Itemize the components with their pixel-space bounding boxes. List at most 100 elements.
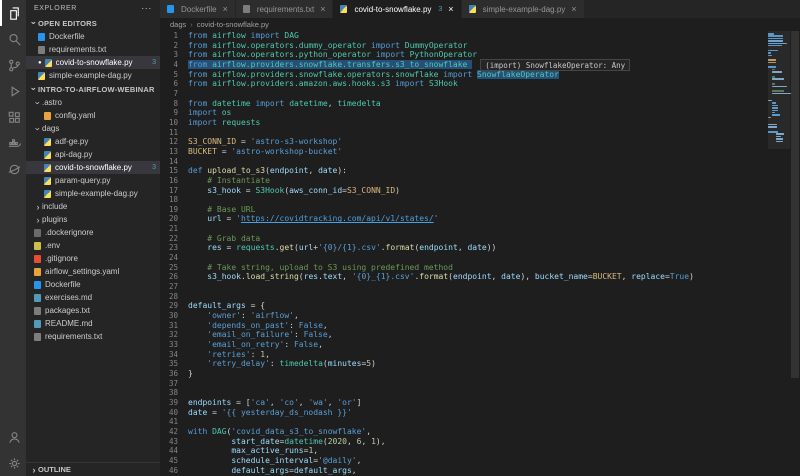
code-line[interactable]: 11 — [160, 128, 768, 138]
code-line[interactable]: 20 url = 'https://covidtracking.com/api/… — [160, 214, 768, 224]
code-line[interactable]: 36} — [160, 369, 768, 379]
tree-item[interactable]: ›dags — [26, 122, 160, 135]
code-line[interactable]: 41 — [160, 417, 768, 427]
minimap-slider[interactable] — [768, 31, 790, 149]
code-line[interactable]: 44 max_active_runs=1, — [160, 446, 768, 456]
activity-item-run-debug[interactable] — [0, 78, 26, 104]
close-icon[interactable]: × — [571, 5, 576, 14]
breadcrumb-item[interactable]: covid-to-snowflake.py — [197, 20, 269, 29]
tab[interactable]: simple-example-dag.py× — [462, 0, 585, 18]
activity-item-search[interactable] — [0, 26, 26, 52]
tree-item[interactable]: adf-ge.py — [26, 135, 160, 148]
code-line[interactable]: 12S3_CONN_ID = 'astro-s3-workshop' — [160, 137, 768, 147]
open-editor-item[interactable]: Dockerfile — [26, 30, 160, 43]
code-line[interactable]: 9import os — [160, 108, 768, 118]
code-line[interactable]: 46 default_args=default_args, — [160, 466, 768, 476]
tree-item[interactable]: packages.txt — [26, 304, 160, 317]
open-editor-item[interactable]: requirements.txt — [26, 43, 160, 56]
tree-item[interactable]: requirements.txt — [26, 330, 160, 343]
code-line[interactable]: 32 'email_on_failure': False, — [160, 330, 768, 340]
code-line[interactable]: 40date = '{{ yesterday_ds_nodash }}' — [160, 408, 768, 418]
code-line[interactable]: 7 — [160, 89, 768, 99]
code-line[interactable]: 4from airflow.providers.snowflake.transf… — [160, 60, 768, 70]
tree-item[interactable]: config.yaml — [26, 109, 160, 122]
code-line[interactable]: 23 res = requests.get(url+'{0}/{1}.csv'.… — [160, 243, 768, 253]
tree-item[interactable]: README.md — [26, 317, 160, 330]
code-line[interactable]: 2from airflow.operators.dummy_operator i… — [160, 41, 768, 51]
code-line[interactable]: 45 schedule_interval='@daily', — [160, 456, 768, 466]
activity-item-extensions[interactable] — [0, 104, 26, 130]
code-line[interactable]: 38 — [160, 388, 768, 398]
tab[interactable]: requirements.txt× — [236, 0, 334, 18]
tree-item[interactable]: simple-example-dag.py — [26, 187, 160, 200]
code-line[interactable]: 19 # Base URL — [160, 205, 768, 215]
code-line[interactable]: 3from airflow.operators.python_operator … — [160, 50, 768, 60]
code-line[interactable]: 24 — [160, 253, 768, 263]
close-icon[interactable]: × — [448, 5, 453, 14]
code-line[interactable]: 37 — [160, 379, 768, 389]
code-line[interactable]: 27 — [160, 282, 768, 292]
tree-item[interactable]: covid-to-snowflake.py3 — [26, 161, 160, 174]
code-line[interactable]: 42with DAG('covid_data_s3_to_snowflake', — [160, 427, 768, 437]
code-line[interactable]: 10import requests — [160, 118, 768, 128]
activity-item-account[interactable] — [0, 424, 26, 450]
code-line[interactable]: 13BUCKET = 'astro-workshop-bucket' — [160, 147, 768, 157]
close-icon[interactable]: × — [223, 5, 228, 14]
tree-item[interactable]: ›plugins — [26, 213, 160, 226]
tree-item[interactable]: .dockerignore — [26, 226, 160, 239]
code-line[interactable]: 39endpoints = ['ca', 'co', 'wa', 'or'] — [160, 398, 768, 408]
line-text: from airflow.providers.snowflake.operato… — [188, 70, 559, 80]
code-line[interactable]: 8from datetime import datetime, timedelt… — [160, 99, 768, 109]
code-line[interactable]: 29default_args = { — [160, 301, 768, 311]
code-editor[interactable]: 1from airflow import DAG2from airflow.op… — [160, 31, 800, 476]
code-line[interactable]: 14 — [160, 157, 768, 167]
tree-item[interactable]: ›.astro — [26, 96, 160, 109]
tree-item[interactable]: param-query.py — [26, 174, 160, 187]
code-line[interactable]: 33 'email_on_retry': False, — [160, 340, 768, 350]
code-line[interactable]: 35 'retry_delay': timedelta(minutes=5) — [160, 359, 768, 369]
open-editor-item[interactable]: simple-example-dag.py — [26, 69, 160, 82]
code-line[interactable]: 1from airflow import DAG — [160, 31, 768, 41]
code-line[interactable]: 22 # Grab data — [160, 234, 768, 244]
tree-item[interactable]: .gitignore — [26, 252, 160, 265]
outline-header[interactable]: › OUTLINE — [26, 462, 160, 476]
editor-scrollbar[interactable] — [790, 31, 800, 476]
activity-item-source-control[interactable] — [0, 52, 26, 78]
code-line[interactable]: 17 s3_hook = S3Hook(aws_conn_id=S3_CONN_… — [160, 186, 768, 196]
more-actions-icon[interactable]: ··· — [141, 3, 152, 13]
code-line[interactable]: 30 'owner': 'airflow', — [160, 311, 768, 321]
file-file-icon — [34, 229, 41, 237]
code-line[interactable]: 31 'depends_on_past': False, — [160, 321, 768, 331]
code-line[interactable]: 28 — [160, 292, 768, 302]
activity-item-settings[interactable] — [0, 450, 26, 476]
code-line[interactable]: 34 'retries': 1, — [160, 350, 768, 360]
code-line[interactable]: 16 # Instantiate — [160, 176, 768, 186]
activity-item-astro[interactable] — [0, 156, 26, 182]
problems-badge: 3 — [152, 164, 156, 171]
open-editor-item[interactable]: ●covid-to-snowflake.py3 — [26, 56, 160, 69]
code-line[interactable]: 43 start_date=datetime(2020, 6, 1), — [160, 437, 768, 447]
scrollbar-thumb[interactable] — [791, 31, 799, 378]
code-line[interactable]: 18 — [160, 195, 768, 205]
workspace-root-header[interactable]: › INTRO-TO-AIRFLOW-WEBINAR — [26, 82, 160, 96]
open-editors-header[interactable]: › OPEN EDITORS — [26, 16, 160, 30]
tree-item[interactable]: api-dag.py — [26, 148, 160, 161]
tree-item[interactable]: airflow_settings.yaml — [26, 265, 160, 278]
activity-item-docker[interactable] — [0, 130, 26, 156]
tree-item[interactable]: exercises.md — [26, 291, 160, 304]
close-icon[interactable]: × — [320, 5, 325, 14]
tab[interactable]: covid-to-snowflake.py3× — [333, 0, 461, 18]
breadcrumb-item[interactable]: dags — [170, 20, 186, 29]
code-line[interactable]: 5from airflow.providers.snowflake.operat… — [160, 70, 768, 80]
tree-item[interactable]: ›include — [26, 200, 160, 213]
code-area[interactable]: 1from airflow import DAG2from airflow.op… — [160, 31, 768, 476]
code-line[interactable]: 15def upload_to_s3(endpoint, date): — [160, 166, 768, 176]
tree-item[interactable]: Dockerfile — [26, 278, 160, 291]
code-line[interactable]: 26 s3_hook.load_string(res.text, '{0}_{1… — [160, 272, 768, 282]
code-line[interactable]: 25 # Take string, upload to S3 using pre… — [160, 263, 768, 273]
tab[interactable]: Dockerfile× — [160, 0, 236, 18]
code-line[interactable]: 6from airflow.providers.amazon.aws.hooks… — [160, 79, 768, 89]
code-line[interactable]: 21 — [160, 224, 768, 234]
tree-item[interactable]: .env — [26, 239, 160, 252]
activity-item-explorer[interactable] — [0, 0, 26, 26]
